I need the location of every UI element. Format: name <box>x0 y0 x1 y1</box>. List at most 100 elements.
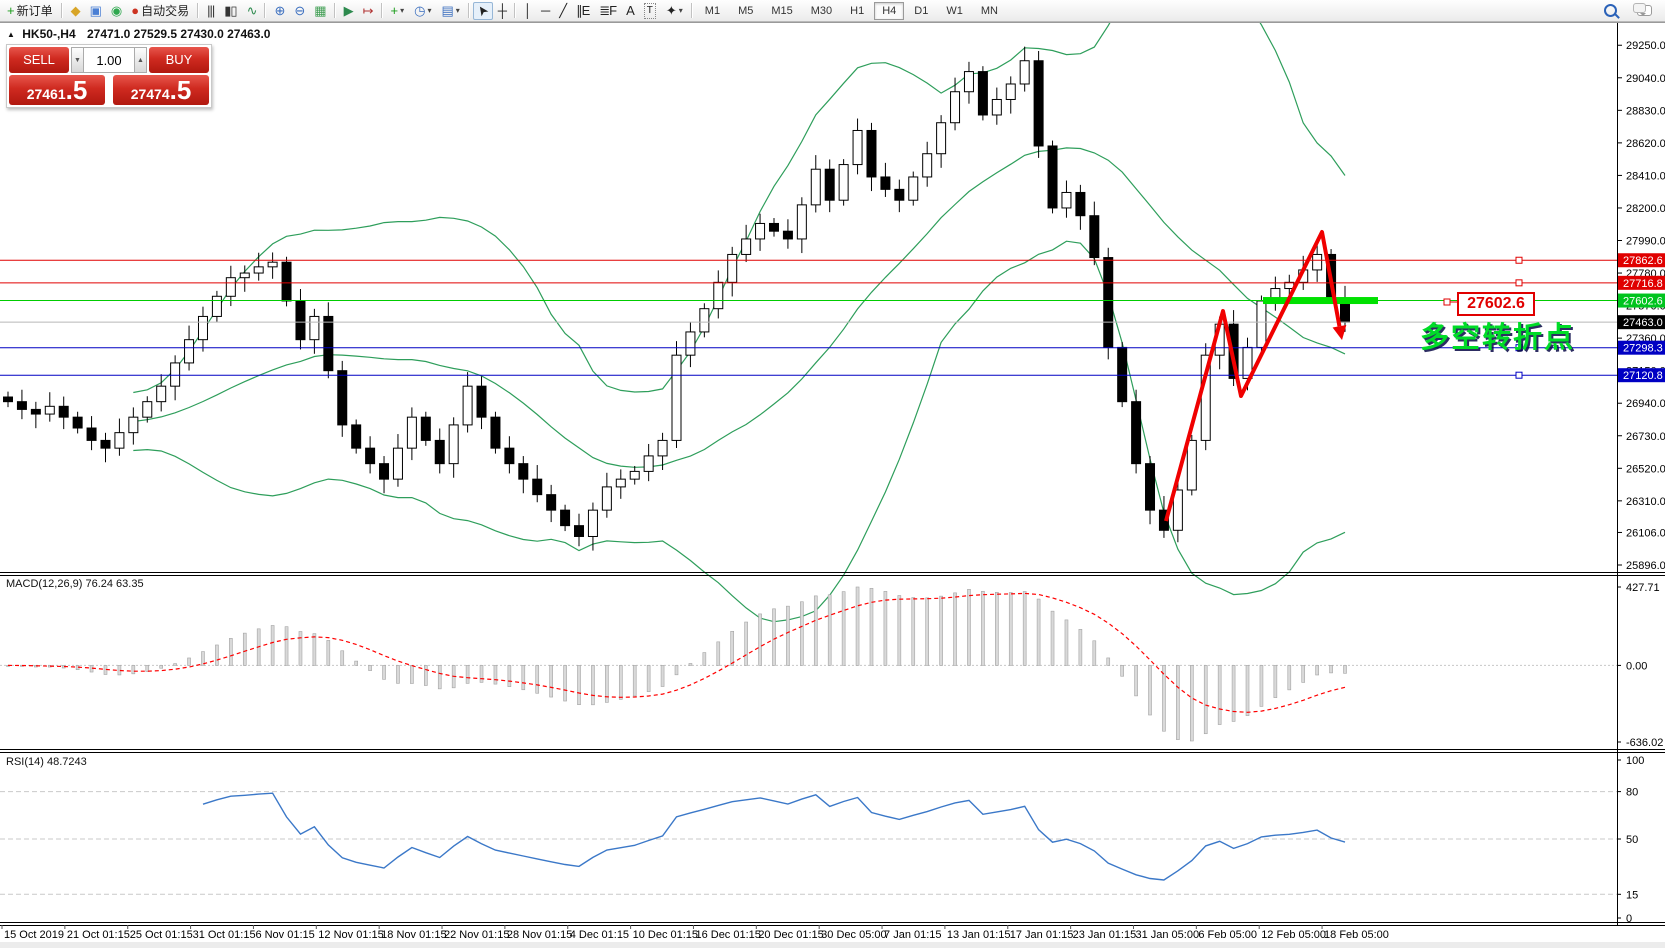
fibonacci-button[interactable]: ≣F <box>594 2 621 20</box>
price-tick-label: 28200.0 <box>1626 203 1665 215</box>
buy-button[interactable]: BUY <box>149 47 209 73</box>
search-icon <box>1604 4 1617 17</box>
charts-profile-button[interactable]: ◆ <box>66 2 85 20</box>
candle-bull <box>742 239 751 254</box>
horizontal-line-button[interactable]: ─ <box>536 2 554 20</box>
macd-histogram-bar <box>828 595 831 666</box>
text-label-button[interactable]: T <box>639 1 661 21</box>
price-level-badge-label: 27862.6 <box>1623 255 1663 267</box>
chat-icon <box>1637 5 1652 16</box>
candle-bear <box>1104 258 1113 348</box>
candle-bull <box>964 72 973 92</box>
timeframe-h4-button[interactable]: H4 <box>874 2 904 20</box>
turning-point-note[interactable]: 多空转折点 <box>1420 314 1575 356</box>
auto-scroll-icon: ▶ <box>344 4 353 18</box>
timeframe-mn-button[interactable]: MN <box>973 2 1006 20</box>
indicators-button[interactable]: +▾ <box>386 2 410 20</box>
text-button[interactable]: A <box>621 2 639 20</box>
timeframe-w1-button[interactable]: W1 <box>938 2 971 20</box>
macd-histogram-bar <box>327 640 330 665</box>
time-axis-label: 20 Dec 01:15 <box>758 929 823 941</box>
support-highlight <box>1263 297 1378 304</box>
candle-bull <box>254 267 263 273</box>
timeframe-m5-button[interactable]: M5 <box>730 2 761 20</box>
volume-increase-button[interactable]: ▲ <box>134 47 147 73</box>
candle-bull <box>672 355 681 440</box>
price-axis: 29250.029040.028830.028620.028410.028200… <box>1617 22 1665 925</box>
candle-bear <box>282 262 291 301</box>
toolbar-separator <box>264 3 266 18</box>
macd-histogram-bar <box>369 665 372 670</box>
chart-shift-button[interactable]: ↦ <box>358 2 378 20</box>
price-tick-label: 26310.0 <box>1626 496 1665 508</box>
macd-histogram-bar <box>410 665 413 683</box>
macd-histogram-bar <box>981 591 984 665</box>
trendline-button[interactable]: ╱ <box>554 2 571 20</box>
arrows-button[interactable]: ✦▾ <box>661 2 688 20</box>
timeframe-m30-button[interactable]: M30 <box>803 2 840 20</box>
macd-histogram-bar <box>619 665 622 699</box>
time-axis-label: 6 Nov 01:15 <box>255 929 314 941</box>
equidistant-channel-button[interactable]: ∥E <box>571 2 594 20</box>
auto-scroll-button[interactable]: ▶ <box>339 2 358 20</box>
buy-price-plate[interactable]: 27474.5 <box>113 75 209 105</box>
volume-decrease-button[interactable]: ▼ <box>71 47 84 73</box>
macd-histogram-bar <box>383 665 386 679</box>
macd-histogram-bar <box>995 592 998 665</box>
candle-bull <box>700 309 709 332</box>
timeframe-m1-button[interactable]: M1 <box>697 2 728 20</box>
volume-input[interactable] <box>84 47 134 73</box>
dropdown-caret-icon: ▾ <box>400 6 404 15</box>
price-tick-label: 28620.0 <box>1626 138 1665 150</box>
symbol-period-label: HK50-,H4 <box>22 27 75 41</box>
chat-button[interactable] <box>1626 3 1665 18</box>
candle-bear <box>1146 464 1155 510</box>
time-axis-label: 21 Oct 01:15 <box>67 929 130 941</box>
new-order-button[interactable]: +新订单 <box>2 0 58 21</box>
collapse-ohlc-icon[interactable]: ▲ <box>7 30 15 39</box>
timeframe-m15-button[interactable]: M15 <box>763 2 800 20</box>
zoom-in-button[interactable]: ⊕ <box>269 2 289 20</box>
dropdown-caret-icon: ▾ <box>456 6 460 15</box>
candle-bear <box>1034 61 1043 146</box>
price-level-badge-label: 27716.8 <box>1623 278 1663 290</box>
crosshair-button[interactable]: ┼ <box>493 2 511 20</box>
bar-chart-button[interactable]: ||| <box>202 2 219 20</box>
candle-bull <box>728 254 737 282</box>
templates-button[interactable]: ▤▾ <box>436 2 464 20</box>
chart-canvas[interactable]: 29250.029040.028830.028620.028410.028200… <box>0 0 1665 948</box>
zoom-in-icon: ⊕ <box>274 4 284 18</box>
autotrading-button[interactable]: ●自动交易 <box>126 0 194 21</box>
time-axis-label: 10 Dec 01:15 <box>633 929 698 941</box>
tile-windows-button[interactable]: ▦ <box>309 2 330 20</box>
candlestick-chart-button[interactable]: ▮▯ <box>219 2 241 20</box>
price-tag-label[interactable]: 27602.6 <box>1457 292 1535 316</box>
candle-bear <box>4 397 13 402</box>
macd-histogram-bar <box>731 631 734 665</box>
macd-histogram-bar <box>313 634 316 666</box>
time-axis-label: 13 Jan 01:15 <box>947 929 1011 941</box>
signals-icon: ◉ <box>111 4 121 18</box>
cursor-button[interactable]: ➤ <box>473 2 493 20</box>
periods-button[interactable]: ◷▾ <box>409 2 436 20</box>
toolbar-separator <box>468 3 470 18</box>
sell-button[interactable]: SELL <box>9 47 69 73</box>
line-chart-button[interactable]: ∿ <box>242 2 262 20</box>
zoom-out-button[interactable]: ⊖ <box>289 2 309 20</box>
macd-histogram-bar <box>160 665 163 668</box>
macd-histogram-bar <box>842 592 845 666</box>
vertical-line-button[interactable]: │ <box>519 2 536 20</box>
data-window-icon: ▣ <box>90 4 101 18</box>
timeframe-h1-button[interactable]: H1 <box>842 2 872 20</box>
toolbar-separator <box>514 3 516 18</box>
time-axis-label: 30 Dec 05:00 <box>821 929 886 941</box>
signals-button[interactable]: ◉ <box>106 2 126 20</box>
sell-price-plate[interactable]: 27461.5 <box>9 75 105 105</box>
search-button[interactable] <box>1599 2 1626 19</box>
macd-histogram-bar <box>578 665 581 704</box>
data-window-button[interactable]: ▣ <box>85 2 106 20</box>
timeframe-d1-button[interactable]: D1 <box>906 2 936 20</box>
price-tick-label: 29250.0 <box>1626 40 1665 52</box>
horizontal-line-icon: ─ <box>541 4 549 18</box>
macd-histogram-bar <box>884 591 887 665</box>
